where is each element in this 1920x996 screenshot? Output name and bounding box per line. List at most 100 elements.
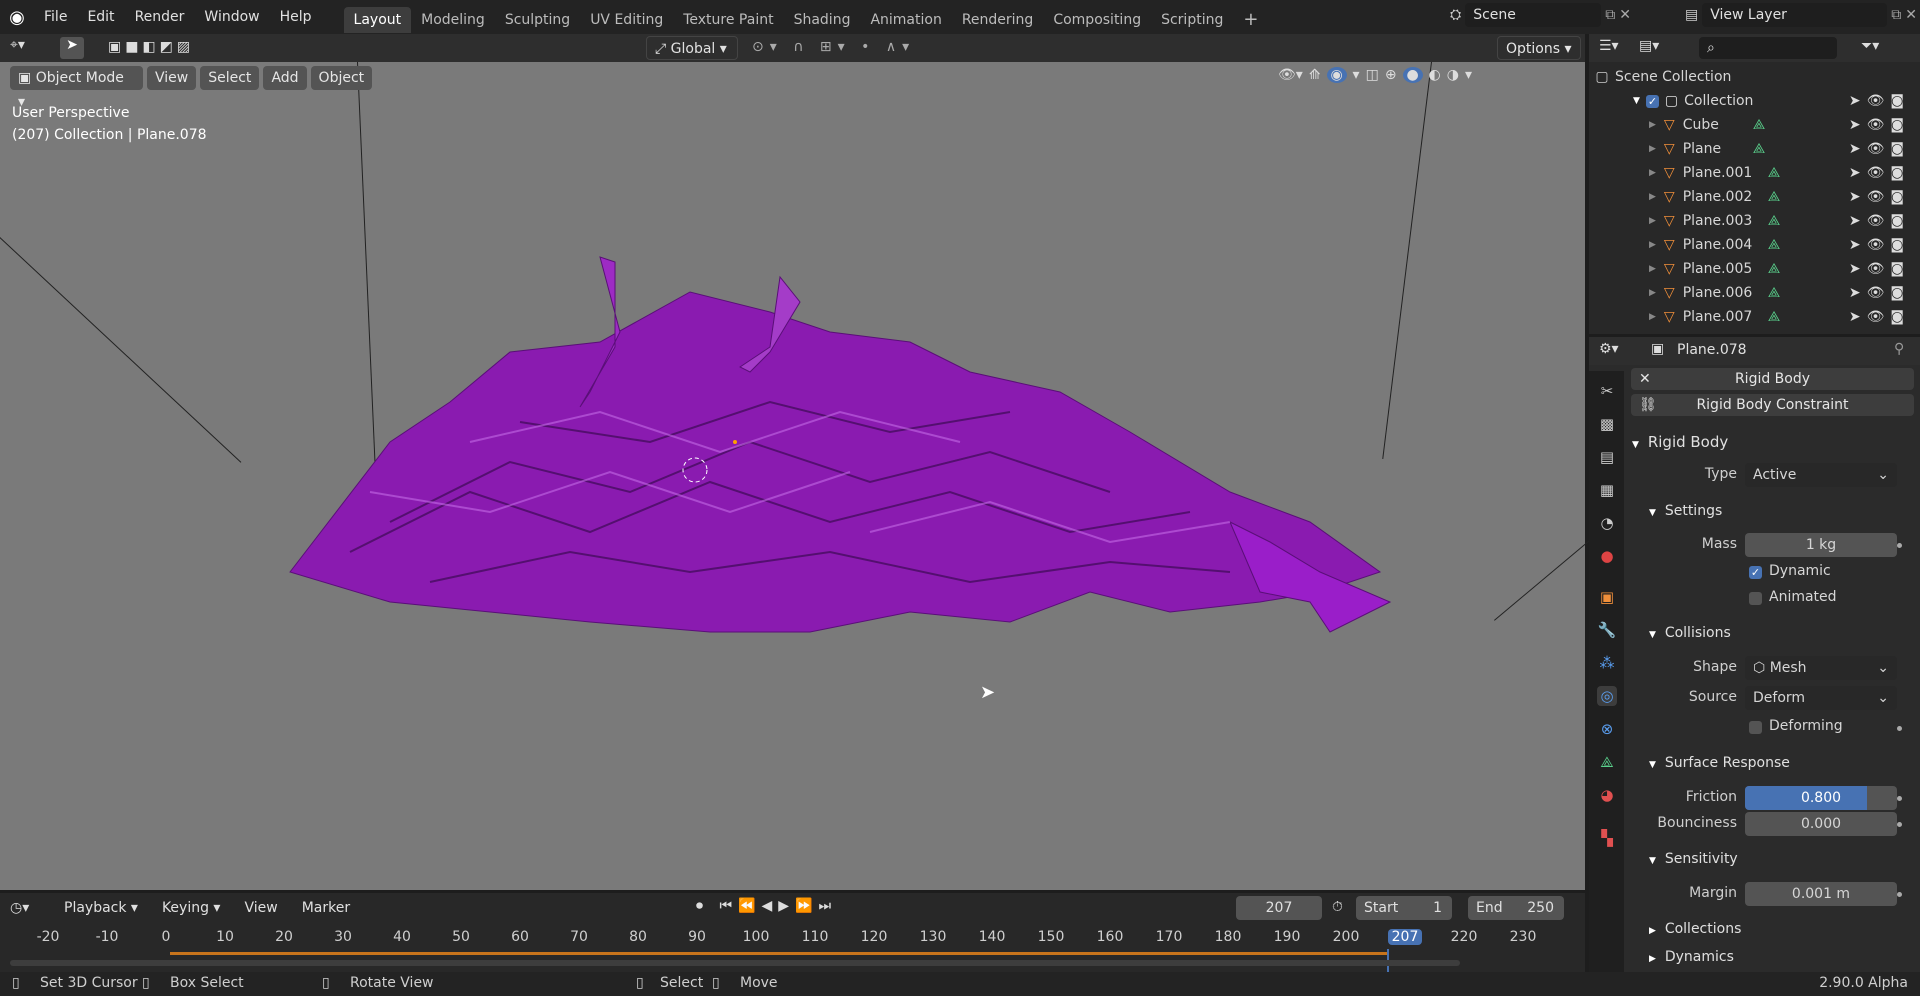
restriction-icons[interactable]: ➤👁◙	[1849, 213, 1910, 229]
menu-window[interactable]: Window	[194, 0, 269, 34]
keyframe-dot[interactable]	[1897, 796, 1902, 801]
expand-icon[interactable]: ▶	[1649, 288, 1656, 298]
tab-sculpting[interactable]: Sculpting	[495, 7, 580, 33]
xray-icon[interactable]: ◫	[1366, 67, 1379, 83]
timeline-scrollbar[interactable]	[10, 960, 1460, 966]
type-dropdown[interactable]: Active ⌄	[1745, 463, 1897, 487]
outliner-row[interactable]: ▶ ▽ Cube ⟁ ➤👁◙	[1589, 113, 1920, 137]
wireframe-shading-icon[interactable]: ⊕	[1385, 67, 1397, 83]
restriction-icons[interactable]: ➤👁◙	[1849, 117, 1910, 133]
keyframe-dot[interactable]	[1897, 543, 1902, 548]
filter-icon[interactable]: ⏷▾	[1861, 38, 1879, 54]
outliner-row[interactable]: ▶ ▽ Plane.003 ⟁ ➤👁◙	[1589, 209, 1920, 233]
restriction-icons[interactable]: ➤👁◙	[1849, 93, 1910, 109]
menu-edit[interactable]: Edit	[77, 0, 124, 34]
keyframe-dot[interactable]	[1897, 822, 1902, 827]
outliner-row[interactable]: ▶ ▽ Plane.001 ⟁ ➤👁◙	[1589, 161, 1920, 185]
pin-icon[interactable]: ⚲	[1894, 341, 1904, 357]
outliner-editor-icon[interactable]: ☰▾	[1599, 38, 1619, 54]
mesh-data-icon[interactable]: ⟁	[1768, 189, 1781, 205]
new-scene-icon[interactable]: ⧉	[1605, 7, 1615, 23]
source-dropdown[interactable]: Deform ⌄	[1745, 686, 1897, 710]
selection-mode-icons[interactable]: ▣■◧◩▨	[108, 39, 194, 55]
collections-subpanel[interactable]: ▶ Collections	[1649, 921, 1741, 937]
expand-icon[interactable]: ▶	[1649, 312, 1656, 322]
transform-orientation-dropdown[interactable]: ⤢ Global ▾	[646, 36, 738, 60]
surface-response-header[interactable]: ▼ Surface Response	[1649, 755, 1790, 771]
mesh-data-icon[interactable]: ⟁	[1768, 165, 1781, 181]
outliner-search-field[interactable]: ⌕	[1699, 37, 1837, 59]
tab-layout[interactable]: Layout	[343, 7, 412, 33]
world-tab-icon[interactable]: ●	[1597, 546, 1617, 566]
deforming-checkbox[interactable]	[1749, 721, 1762, 734]
mesh-data-icon[interactable]: ⟁	[1768, 309, 1781, 325]
animated-checkbox[interactable]	[1749, 592, 1762, 605]
new-view-layer-icon[interactable]: ⧉	[1891, 7, 1901, 23]
display-mode-icon[interactable]: ▤▾	[1639, 38, 1659, 54]
tab-rendering[interactable]: Rendering	[952, 7, 1044, 33]
rendered-shading-icon[interactable]: ◑	[1447, 67, 1459, 83]
expand-icon[interactable]: ▶	[1649, 216, 1656, 226]
collection-checkbox[interactable]: ✓	[1645, 94, 1659, 108]
menu-help[interactable]: Help	[270, 0, 322, 34]
rigid-body-constraint-button[interactable]: ⛓ Rigid Body Constraint	[1631, 394, 1914, 416]
select-menu[interactable]: Select	[200, 66, 260, 90]
restriction-icons[interactable]: ➤👁◙	[1849, 309, 1910, 325]
editor-type-icon[interactable]: ⌖▾	[10, 37, 25, 53]
visibility-icon[interactable]: 👁▾	[1278, 67, 1303, 83]
mesh-data-icon[interactable]: ⟁	[1768, 285, 1781, 301]
keyframe-dot[interactable]	[1897, 892, 1902, 897]
menu-file[interactable]: File	[34, 0, 77, 34]
material-shading-icon[interactable]: ◐	[1429, 67, 1441, 83]
menu-render[interactable]: Render	[125, 0, 195, 34]
select-tool-icon[interactable]: ➤	[60, 37, 84, 59]
scene-field[interactable]: Scene	[1465, 3, 1602, 27]
tab-modeling[interactable]: Modeling	[411, 7, 495, 33]
expand-icon[interactable]: ▶	[1649, 264, 1656, 274]
dynamic-checkbox[interactable]: ✓	[1749, 566, 1762, 579]
view-menu[interactable]: View	[147, 66, 197, 90]
tab-scripting[interactable]: Scripting	[1151, 7, 1233, 33]
outliner-row[interactable]: ▶ ▽ Plane.006 ⟁ ➤👁◙	[1589, 281, 1920, 305]
tab-shading[interactable]: Shading	[784, 7, 861, 33]
render-tab-icon[interactable]: ▩	[1597, 414, 1617, 434]
sensitivity-header[interactable]: ▼ Sensitivity	[1649, 851, 1738, 867]
collection-row[interactable]: ▼ ✓ ▢ Collection ➤👁◙	[1589, 89, 1920, 113]
output-tab-icon[interactable]: ▤	[1597, 447, 1617, 467]
expand-icon[interactable]: ▶	[1649, 240, 1656, 250]
tab-uv-editing[interactable]: UV Editing	[580, 7, 673, 33]
rigid-body-panel-header[interactable]: ▼ Rigid Body	[1632, 433, 1728, 451]
outliner-row[interactable]: ▶ ▽ Plane.005 ⟁ ➤👁◙	[1589, 257, 1920, 281]
mesh-data-icon[interactable]: ⟁	[1753, 141, 1766, 157]
restriction-icons[interactable]: ➤👁◙	[1849, 165, 1910, 181]
restriction-icons[interactable]: ➤👁◙	[1849, 237, 1910, 253]
expand-icon[interactable]: ▶	[1649, 144, 1656, 154]
mesh-data-icon[interactable]: ⟁	[1768, 261, 1781, 277]
physics-tab-icon[interactable]: ◎	[1597, 686, 1617, 706]
close-icon[interactable]: ✕	[1905, 7, 1917, 23]
expand-icon[interactable]: ▶	[1649, 192, 1656, 202]
blender-logo-icon[interactable]: ◉	[0, 7, 34, 28]
restriction-icons[interactable]: ➤👁◙	[1849, 285, 1910, 301]
collisions-header[interactable]: ▼ Collisions	[1649, 625, 1731, 641]
outliner-row[interactable]: ▶ ▽ Plane.004 ⟁ ➤👁◙	[1589, 233, 1920, 257]
rigid-body-toggle-button[interactable]: ✕ Rigid Body	[1631, 368, 1914, 390]
tab-compositing[interactable]: Compositing	[1043, 7, 1151, 33]
mass-field[interactable]: 1 kg	[1745, 533, 1897, 557]
scene-tab-icon[interactable]: ◔	[1597, 513, 1617, 533]
outliner-row[interactable]: ▶ ▽ Plane.002 ⟁ ➤👁◙	[1589, 185, 1920, 209]
tab-animation[interactable]: Animation	[860, 7, 951, 33]
add-menu[interactable]: Add	[263, 66, 307, 90]
settings-header[interactable]: ▼ Settings	[1649, 503, 1722, 519]
view-layer-tab-icon[interactable]: ▦	[1597, 480, 1617, 500]
add-workspace-button[interactable]: +	[1233, 7, 1268, 33]
tab-texture-paint[interactable]: Texture Paint	[673, 7, 783, 33]
outliner-row[interactable]: ▶ ▽ Plane.007 ⟁ ➤👁◙	[1589, 305, 1920, 329]
properties-editor-icon[interactable]: ⚙▾	[1599, 341, 1619, 357]
options-button[interactable]: Options ▾	[1497, 36, 1581, 60]
scene-selector[interactable]: ⛭ Scene ⧉ ✕	[1450, 3, 1631, 27]
viewport-shading-controls[interactable]: 👁▾ ⟰ ◉ ▾ ◫ ⊕ ● ◐ ◑ ▾	[1278, 67, 1472, 83]
restriction-icons[interactable]: ➤👁◙	[1849, 141, 1910, 157]
solid-shading-icon[interactable]: ●	[1402, 67, 1423, 83]
tool-tab-icon[interactable]: ✂	[1597, 381, 1617, 401]
